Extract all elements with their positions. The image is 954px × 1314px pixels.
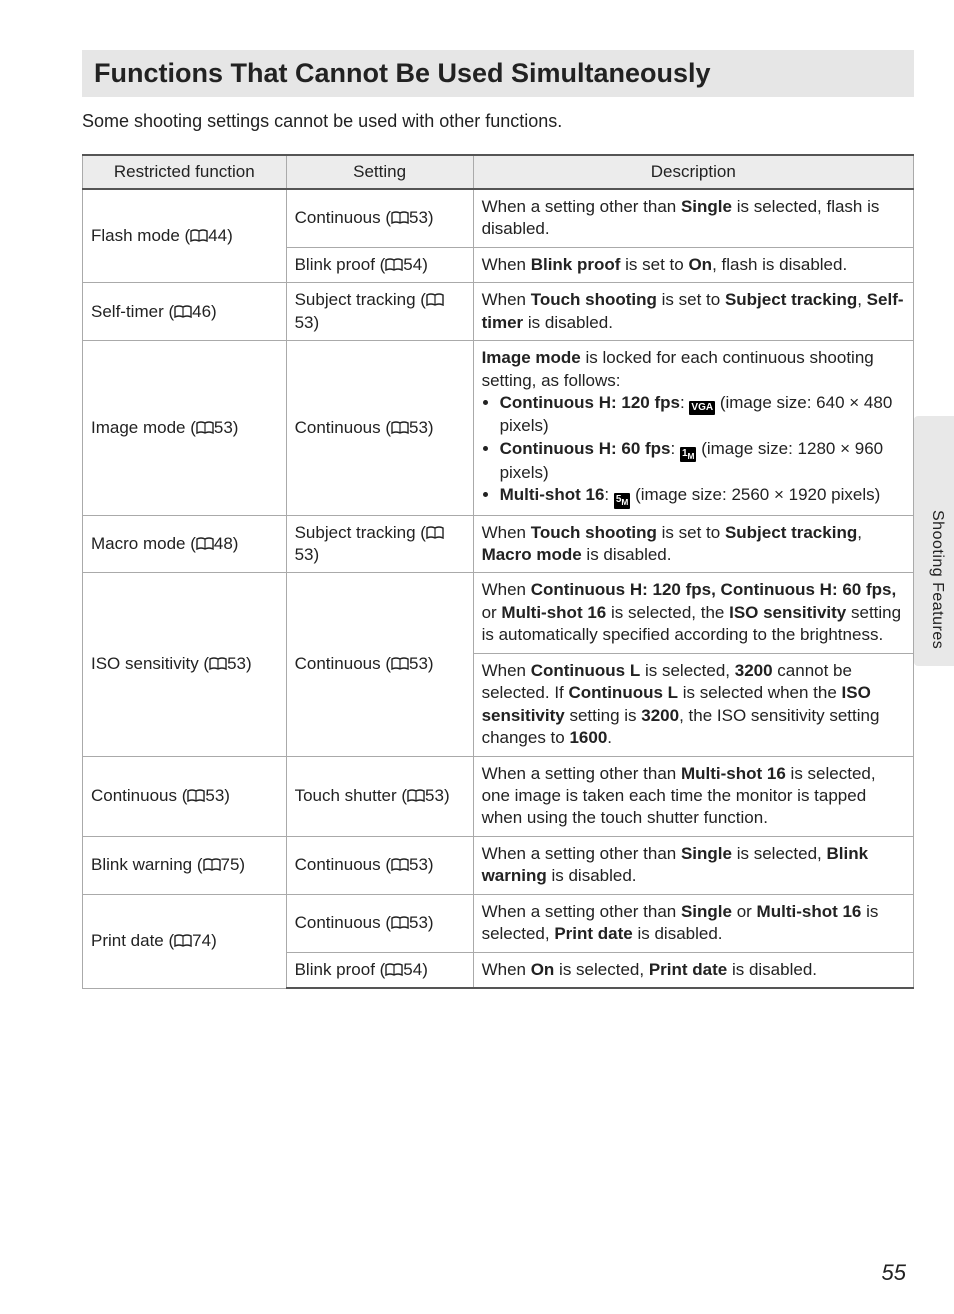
book-ref-icon (209, 657, 227, 670)
book-ref-icon (174, 305, 192, 318)
cell-setting: Continuous (53) (286, 836, 473, 894)
cell-setting: Continuous (53) (286, 894, 473, 952)
cell-setting: Continuous (53) (286, 341, 473, 515)
book-ref-icon (391, 211, 409, 224)
table-row: ISO sensitivity (53)Continuous (53)When … (83, 573, 914, 653)
cell-description: When Touch shooting is set to Subject tr… (473, 283, 913, 341)
book-ref-icon (385, 963, 403, 976)
vga-icon: VGA (689, 401, 715, 415)
book-ref-icon (391, 858, 409, 871)
book-ref-icon (391, 657, 409, 670)
page-title: Functions That Cannot Be Used Simultaneo… (82, 50, 914, 97)
book-ref-icon (407, 789, 425, 802)
table-row: Self-timer (46)Subject tracking (53)When… (83, 283, 914, 341)
cell-description: Image mode is locked for each continuous… (473, 341, 913, 515)
cell-description: When Continuous H: 120 fps, Continuous H… (473, 573, 913, 653)
cell-setting: Continuous (53) (286, 189, 473, 247)
book-ref-icon (196, 537, 214, 550)
restrictions-table: Restricted function Setting Description … (82, 154, 914, 989)
book-ref-icon (190, 229, 208, 242)
book-ref-icon (187, 789, 205, 802)
cell-description: When a setting other than Single or Mult… (473, 894, 913, 952)
book-ref-icon (385, 258, 403, 271)
cell-description: When On is selected, Print date is disab… (473, 952, 913, 988)
cell-restricted: Continuous (53) (83, 756, 287, 836)
table-row: Macro mode (48)Subject tracking (53)When… (83, 515, 914, 573)
book-ref-icon (196, 421, 214, 434)
intro-text: Some shooting settings cannot be used wi… (82, 111, 914, 132)
cell-setting: Blink proof (54) (286, 247, 473, 282)
cell-setting: Blink proof (54) (286, 952, 473, 988)
book-ref-icon (426, 293, 444, 306)
th-setting: Setting (286, 155, 473, 189)
page-number: 55 (882, 1260, 906, 1286)
cell-restricted: ISO sensitivity (53) (83, 573, 287, 756)
cell-description: When Blink proof is set to On, flash is … (473, 247, 913, 282)
cell-restricted: Self-timer (46) (83, 283, 287, 341)
th-description: Description (473, 155, 913, 189)
side-tab-label: Shooting Features (928, 510, 946, 649)
one-m-icon: 1M (680, 447, 697, 462)
cell-description: When a setting other than Multi-shot 16 … (473, 756, 913, 836)
book-ref-icon (174, 934, 192, 947)
table-row: Continuous (53)Touch shutter (53)When a … (83, 756, 914, 836)
cell-description: When Continuous L is selected, 3200 cann… (473, 653, 913, 756)
cell-setting: Subject tracking (53) (286, 515, 473, 573)
cell-restricted: Flash mode (44) (83, 189, 287, 283)
cell-restricted: Blink warning (75) (83, 836, 287, 894)
book-ref-icon (391, 421, 409, 434)
table-row: Image mode (53)Continuous (53)Image mode… (83, 341, 914, 515)
book-ref-icon (203, 858, 221, 871)
table-row: Print date (74)Continuous (53)When a set… (83, 894, 914, 952)
th-restricted: Restricted function (83, 155, 287, 189)
cell-setting: Touch shutter (53) (286, 756, 473, 836)
cell-restricted: Macro mode (48) (83, 515, 287, 573)
book-ref-icon (391, 916, 409, 929)
five-m-icon: 5M (614, 493, 631, 508)
cell-restricted: Image mode (53) (83, 341, 287, 515)
cell-description: When a setting other than Single is sele… (473, 189, 913, 247)
table-row: Blink warning (75)Continuous (53)When a … (83, 836, 914, 894)
cell-description: When Touch shooting is set to Subject tr… (473, 515, 913, 573)
table-row: Flash mode (44)Continuous (53)When a set… (83, 189, 914, 247)
cell-restricted: Print date (74) (83, 894, 287, 988)
cell-setting: Subject tracking (53) (286, 283, 473, 341)
book-ref-icon (426, 526, 444, 539)
cell-setting: Continuous (53) (286, 573, 473, 756)
cell-description: When a setting other than Single is sele… (473, 836, 913, 894)
